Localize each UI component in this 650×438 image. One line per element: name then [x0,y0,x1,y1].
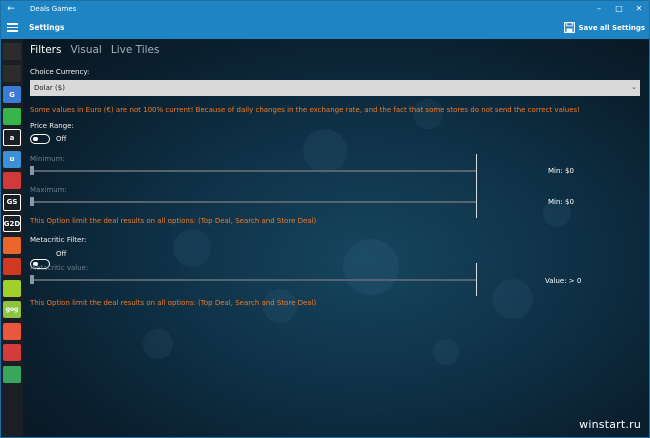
close-icon[interactable]: ✕ [629,1,649,16]
store-icon-1[interactable] [3,43,21,60]
watermark: winstart.ru [579,418,641,431]
sidebar: Ga u GS G2D gog [1,39,23,437]
currency-warning: Some values in Euro (€) are not 100% cur… [30,106,580,114]
minimum-value: Min: $0 [548,167,574,175]
maximum-slider-track[interactable] [30,201,476,203]
window-title: Deals Games [30,4,77,13]
settings-content: Filters Visual Live Tiles Choice Currenc… [23,39,649,437]
app-window: ← Deals Games – □ ✕ Settings Save all Se… [0,0,650,438]
store-icon-16[interactable] [3,365,21,383]
store-icon-4[interactable] [3,107,21,125]
store-icon-9[interactable]: G2D [3,215,21,232]
price-range-label: Price Range: [30,122,74,130]
save-icon [564,22,576,33]
metacritic-slider-track[interactable] [30,279,476,281]
store-icon-15[interactable] [3,344,21,361]
store-icon-8[interactable]: GS [3,193,21,211]
store-icon-2[interactable] [3,64,21,82]
tab-visual[interactable]: Visual [70,44,101,56]
price-range-toggle-state: Off [56,135,67,143]
store-icon-12[interactable] [3,279,21,297]
tab-live-tiles[interactable]: Live Tiles [111,44,160,56]
store-icon-17[interactable] [3,387,21,404]
store-icon-11[interactable] [3,258,21,275]
tab-filters[interactable]: Filters [30,44,61,56]
price-range-toggle[interactable] [30,134,50,144]
currency-select[interactable]: Dolar ($) ⌄ [30,80,640,96]
store-icon-18[interactable] [3,408,21,426]
metacritic-label: Metacritic Filter: [30,236,87,244]
maximum-slider-thumb[interactable] [30,197,34,206]
metacritic-slider-thumb[interactable] [30,275,34,284]
header-bar: Settings Save all Settings [1,16,649,39]
minimum-slider-end [476,154,477,187]
store-icon-14[interactable] [3,322,21,340]
metacritic-value: Value: > 0 [545,277,582,285]
currency-label: Choice Currency: [30,68,90,76]
store-icon-3[interactable]: G [3,86,21,103]
metacritic-slider-end [476,263,477,296]
store-icon-10[interactable] [3,236,21,254]
maximum-label: Maximum: [30,186,67,194]
metacritic-value-label: Metacritic value: [30,264,89,272]
store-icon-7[interactable] [3,172,21,189]
minimum-slider-track[interactable] [30,170,476,172]
back-icon[interactable]: ← [1,4,21,14]
minimum-label: Minimum: [30,155,65,163]
page-title: Settings [29,23,65,32]
maximum-value: Min: $0 [548,198,574,206]
save-all-label: Save all Settings [578,23,645,32]
metacritic-note: This Option limit the deal results on al… [30,299,317,307]
store-icon-6[interactable]: u [3,150,21,168]
window-controls: – □ ✕ [589,1,649,16]
gog-icon[interactable]: gog [3,301,21,318]
minimize-icon[interactable]: – [589,1,609,16]
title-bar: ← Deals Games – □ ✕ [1,1,649,16]
chevron-down-icon: ⌄ [631,83,637,91]
tab-strip: Filters Visual Live Tiles [30,44,159,56]
amazon-icon[interactable]: a [3,129,21,146]
maximum-slider-end [476,185,477,218]
maximize-icon[interactable]: □ [609,1,629,16]
metacritic-toggle-state: Off [56,250,67,258]
minimum-slider-thumb[interactable] [30,166,34,175]
save-all-settings-button[interactable]: Save all Settings [564,19,645,36]
hamburger-menu-icon[interactable] [1,16,23,39]
currency-selected-value: Dolar ($) [34,84,65,92]
price-range-note: This Option limit the deal results on al… [30,217,317,225]
